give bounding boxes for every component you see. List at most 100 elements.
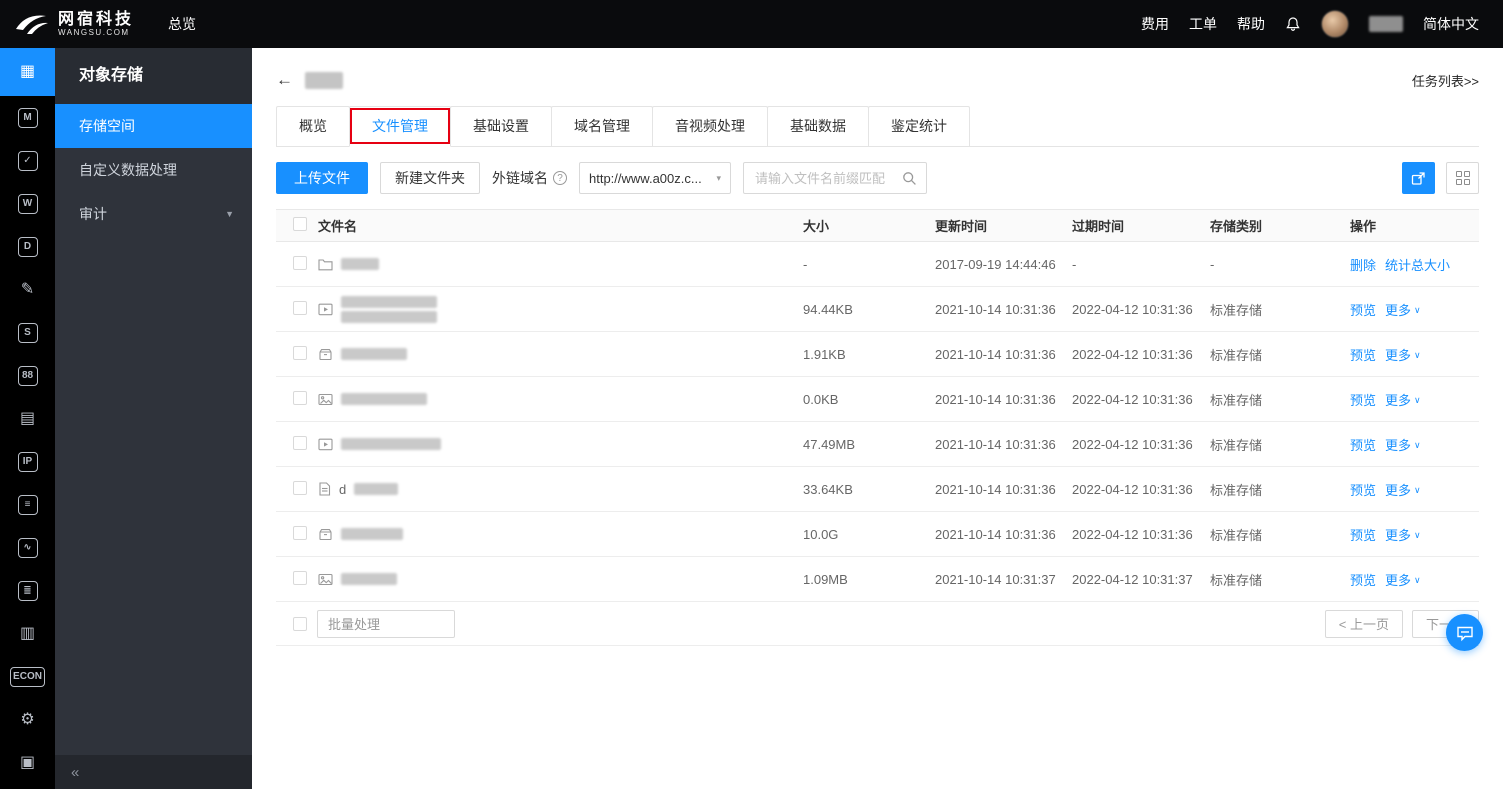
collapse-sidebar-button[interactable]: «: [71, 764, 79, 781]
user-avatar[interactable]: [1321, 10, 1349, 38]
table-row: 47.49MB 2021-10-14 10:31:36 2022-04-12 10:…: [276, 422, 1479, 467]
rail-item-edit-pencil[interactable]: ✎: [0, 268, 55, 311]
search-input[interactable]: [753, 169, 902, 187]
row-checkbox[interactable]: [293, 255, 307, 270]
top-nav: 总览: [168, 14, 196, 34]
feedback-chat-button[interactable]: [1446, 614, 1483, 651]
rail-item-gear[interactable]: ⚙: [0, 698, 55, 741]
updated-time: 2021-10-14 10:31:37: [935, 571, 1056, 587]
file-name[interactable]: [341, 348, 407, 360]
storage-class: 标准存储: [1210, 437, 1263, 453]
task-list-link[interactable]: 任务列表>>: [1412, 71, 1479, 90]
file-size: 10.0G: [803, 526, 839, 542]
nav-overview[interactable]: 总览: [168, 16, 196, 32]
header-select-all-checkbox[interactable]: [293, 217, 307, 231]
row-checkbox-cell: [276, 345, 318, 363]
tab-auth-stats[interactable]: 鉴定统计: [868, 106, 970, 146]
nav-help[interactable]: 帮助: [1237, 14, 1265, 34]
tab-av-processing[interactable]: 音视频处理: [652, 106, 768, 146]
language-switch[interactable]: 简体中文: [1423, 14, 1479, 34]
row-checkbox[interactable]: [293, 345, 307, 360]
row-checkbox[interactable]: [293, 435, 307, 450]
action-link[interactable]: 更多 ∨: [1385, 435, 1421, 454]
tab-file-management[interactable]: 文件管理: [349, 106, 451, 147]
tab-overview[interactable]: 概览: [276, 106, 350, 146]
action-link[interactable]: 更多 ∨: [1385, 570, 1421, 589]
action-link[interactable]: 更多 ∨: [1385, 300, 1421, 319]
rail-item-meter[interactable]: 88: [0, 354, 55, 397]
row-checkbox[interactable]: [293, 300, 307, 315]
rail-item-products-grid[interactable]: ▦: [0, 48, 55, 96]
sidebar-item-audit[interactable]: 审计 ▼: [55, 192, 252, 236]
file-name[interactable]: [341, 573, 397, 585]
action-link[interactable]: 预览: [1350, 480, 1376, 499]
select-arrow-icon: ▾: [716, 172, 721, 183]
tab-domain-management[interactable]: 域名管理: [551, 106, 653, 146]
wangsu-logo[interactable]: 网宿科技 WANGSU.COM: [14, 11, 134, 37]
action-link[interactable]: 预览: [1350, 570, 1376, 589]
expire-time: 2022-04-12 10:31:36: [1072, 436, 1193, 452]
action-link[interactable]: 预览: [1350, 435, 1376, 454]
grid-view-button[interactable]: [1446, 162, 1479, 194]
storage-class: -: [1210, 256, 1215, 272]
file-name[interactable]: [341, 438, 441, 450]
file-name[interactable]: [341, 393, 427, 405]
table-header: 文件名 大小 更新时间 过期时间 存储类别 操作: [276, 209, 1479, 242]
nav-tickets[interactable]: 工单: [1189, 14, 1217, 34]
row-checkbox[interactable]: [293, 390, 307, 405]
file-name-redacted: [341, 310, 437, 323]
file-name-prefix: d: [339, 481, 347, 497]
nav-billing[interactable]: 费用: [1141, 14, 1169, 34]
file-name[interactable]: [341, 258, 379, 270]
action-link[interactable]: 统计总大小: [1385, 255, 1450, 274]
action-link[interactable]: 更多 ∨: [1385, 480, 1421, 499]
sidebar-nav: 存储空间 自定义数据处理 审计 ▼: [55, 104, 252, 236]
search-icon[interactable]: [902, 171, 917, 186]
domain-select[interactable]: http://www.a00z.c... ▾: [579, 162, 731, 194]
rail-item-s-product[interactable]: S: [0, 311, 55, 354]
action-link[interactable]: 预览: [1350, 300, 1376, 319]
new-folder-button[interactable]: 新建文件夹: [380, 162, 480, 194]
file-name[interactable]: [341, 295, 437, 323]
rail-item-cdn-m[interactable]: M: [0, 96, 55, 139]
prev-page-button[interactable]: < 上一页: [1324, 609, 1403, 638]
rail-item-list[interactable]: ≣: [0, 569, 55, 612]
action-link[interactable]: 预览: [1350, 525, 1376, 544]
refresh-button[interactable]: [1402, 162, 1435, 194]
action-link[interactable]: 预览: [1350, 345, 1376, 364]
sidebar-item-storage-space[interactable]: 存储空间: [55, 104, 252, 148]
file-name[interactable]: [354, 483, 399, 495]
action-link[interactable]: 删除: [1350, 255, 1376, 274]
action-link[interactable]: 更多 ∨: [1385, 345, 1421, 364]
upload-file-button[interactable]: 上传文件: [276, 162, 368, 194]
rail-item-shield-check[interactable]: ✓: [0, 139, 55, 182]
rail-item-monitor-chart[interactable]: ∿: [0, 526, 55, 569]
row-checkbox[interactable]: [293, 480, 307, 495]
rail-item-document[interactable]: ≡: [0, 483, 55, 526]
rail-item-layers[interactable]: ▥: [0, 612, 55, 655]
action-link[interactable]: 更多 ∨: [1385, 525, 1421, 544]
rail-item-econ-product[interactable]: ECON: [0, 655, 55, 698]
tab-basic-settings[interactable]: 基础设置: [450, 106, 552, 146]
row-actions: 预览 更多 ∨: [1350, 435, 1479, 454]
rail-item-server-shield[interactable]: ▤: [0, 397, 55, 440]
search-box[interactable]: [743, 162, 927, 194]
batch-action-select[interactable]: 批量处理: [317, 609, 455, 638]
rail-item-ip-product[interactable]: IP: [0, 440, 55, 483]
action-link[interactable]: 更多 ∨: [1385, 390, 1421, 409]
file-name[interactable]: [341, 528, 403, 540]
wangsu-logo-icon: [16, 15, 48, 34]
row-checkbox[interactable]: [293, 570, 307, 585]
tab-basic-data[interactable]: 基础数据: [767, 106, 869, 146]
notification-bell-icon[interactable]: [1285, 16, 1301, 32]
batch-select-all-checkbox[interactable]: [293, 616, 307, 631]
action-link[interactable]: 预览: [1350, 390, 1376, 409]
sidebar-item-custom-data-processing[interactable]: 自定义数据处理: [55, 148, 252, 192]
file-size: 33.64KB: [803, 481, 853, 497]
rail-item-d-product[interactable]: D: [0, 225, 55, 268]
help-question-icon[interactable]: ?: [553, 171, 567, 185]
back-button[interactable]: ←: [276, 70, 293, 90]
rail-item-w-product[interactable]: W: [0, 182, 55, 225]
row-checkbox[interactable]: [293, 525, 307, 540]
rail-item-storage-box[interactable]: ▣: [0, 741, 55, 784]
